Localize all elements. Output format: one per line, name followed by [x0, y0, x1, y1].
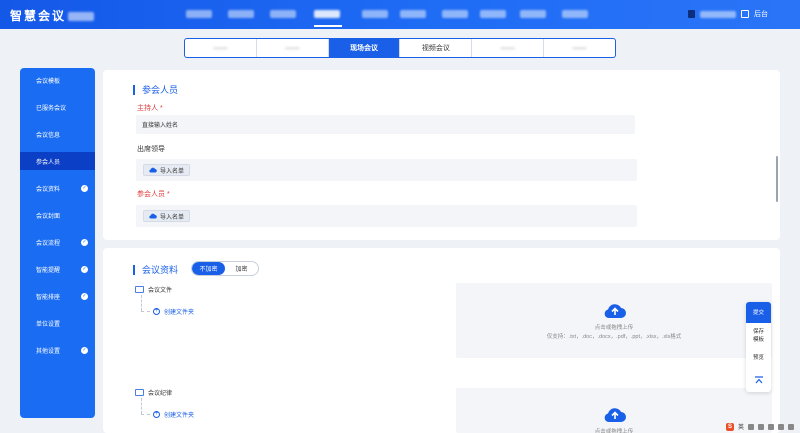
sidebar-item-template[interactable]: 会议模板 [20, 71, 95, 89]
host-input[interactable]: 直接输入姓名 [136, 115, 635, 134]
top-nav-item[interactable] [362, 10, 388, 18]
tab-5[interactable]: —— [472, 39, 545, 57]
folder-row[interactable]: 会议文件 [135, 285, 172, 294]
top-nav-active-indicator [314, 25, 342, 27]
sidebar-item-info[interactable]: 会议信息 [20, 125, 95, 143]
plus-icon: + [153, 411, 160, 418]
admin-link[interactable]: 后台 [754, 9, 768, 19]
sidebar-item-other[interactable]: 其他设置 ✓ [20, 341, 95, 359]
tray-icon[interactable] [758, 423, 765, 430]
leaders-import-button[interactable]: 导入名单 [143, 164, 191, 176]
attendees-title: 参会人员 [133, 83, 178, 96]
preview-button[interactable]: 预览 [746, 349, 771, 367]
folder-icon [135, 389, 144, 396]
plus-icon: + [153, 308, 160, 315]
tree-line [141, 414, 150, 415]
materials-title: 会议资料 [133, 263, 178, 276]
upload-area[interactable]: 点击或拖拽上传 仅支持：.txt，.doc，.docx，.pdf，.ppt，.x… [456, 283, 772, 358]
user-name [700, 10, 736, 18]
system-tray: S 英 [726, 422, 795, 431]
top-nav-item[interactable] [562, 10, 588, 18]
folder-icon [135, 286, 144, 293]
leaders-import-area: 导入名单 [136, 159, 637, 181]
top-nav-item[interactable] [442, 10, 468, 18]
toggle-encrypt[interactable]: 加密 [225, 262, 258, 275]
upload-area[interactable]: 点击或拖拽上传 [456, 388, 772, 433]
upload-formats: 仅支持：.txt，.doc，.docx，.pdf，.ppt，.xlsx，.xls… [546, 334, 682, 340]
tree-line [141, 398, 142, 414]
sidebar-item-units[interactable]: 单位设置 [20, 314, 95, 332]
participants-import-button[interactable]: 导入名单 [143, 210, 191, 222]
sidebar-item-attendees[interactable]: 参会人员 [20, 152, 95, 170]
sidebar-item-served[interactable]: 已服务会议 [20, 98, 95, 116]
float-action-panel: 提交 保存模板 预览 [746, 302, 771, 392]
encryption-toggle[interactable]: 不加密 加密 [191, 261, 259, 276]
user-icon [688, 10, 695, 18]
tab-video-meeting[interactable]: 视频会议 [400, 39, 473, 57]
check-icon: ✓ [81, 292, 88, 300]
sidebar-item-agenda[interactable]: 会议流程 ✓ [20, 233, 95, 251]
lang-indicator[interactable]: 英 [738, 422, 744, 431]
top-nav-item[interactable] [480, 10, 506, 18]
user-area[interactable]: 后台 [688, 9, 768, 19]
materials-card: 会议资料 不加密 加密 会议文件 + 创建文件夹 点击或拖拽上传 仅支持：.tx… [103, 248, 780, 433]
upload-hint: 点击或拖拽上传 [594, 325, 634, 331]
tab-1[interactable]: —— [185, 39, 257, 57]
host-label: 主持人 * [137, 105, 163, 112]
upload-cloud-icon [149, 213, 157, 219]
leaders-label: 出席领导 [137, 146, 165, 153]
tab-2[interactable]: —— [257, 39, 329, 57]
sidebar-item-cover[interactable]: 会议封面 [20, 206, 95, 224]
upload-cloud-icon [604, 304, 626, 319]
check-icon: ✓ [81, 346, 88, 354]
sidebar-item-materials[interactable]: 会议资料 ✓ [20, 179, 95, 197]
tray-icon[interactable] [748, 423, 755, 430]
upload-hint: 点击或拖拽上传 [594, 429, 634, 433]
participants-label: 参会人员 * [137, 191, 170, 198]
back-to-top-button[interactable] [746, 369, 771, 391]
tray-icon[interactable] [778, 423, 785, 430]
meeting-type-tabs: —— —— 现场会议 视频会议 —— —— [184, 38, 616, 58]
top-nav-item[interactable] [400, 10, 426, 18]
top-nav-item[interactable] [228, 10, 254, 18]
check-icon: ✓ [81, 265, 88, 273]
create-folder-button[interactable]: + 创建文件夹 [153, 307, 194, 316]
submit-button[interactable]: 提交 [746, 302, 771, 323]
upload-cloud-icon [604, 408, 626, 423]
tab-onsite-meeting[interactable]: 现场会议 [328, 39, 401, 57]
attendees-card: 参会人员 主持人 * 直接输入姓名 出席领导 导入名单 参会人员 * 导入名单 [103, 70, 780, 240]
top-nav-item[interactable] [520, 10, 546, 18]
folder-row[interactable]: 会议纪律 [135, 388, 172, 397]
tree-line [141, 295, 142, 311]
input-method-icon[interactable]: S [726, 422, 734, 431]
scrollbar[interactable] [776, 156, 778, 202]
upload-cloud-icon [149, 167, 157, 173]
tree-line [141, 311, 150, 312]
participants-import-area: 导入名单 [136, 205, 637, 227]
sidebar-item-reminder[interactable]: 智能提醒 ✓ [20, 260, 95, 278]
top-nav-item[interactable] [270, 10, 296, 18]
sidebar-item-seating[interactable]: 智能排座 ✓ [20, 287, 95, 305]
top-bar: 智慧会议 后台 [0, 0, 800, 29]
save-template-button[interactable]: 保存模板 [746, 325, 771, 347]
top-nav-item[interactable] [186, 10, 212, 18]
admin-icon [741, 10, 749, 18]
tray-icon[interactable] [788, 423, 795, 430]
tab-6[interactable]: —— [544, 39, 615, 57]
top-nav-item-active[interactable] [314, 10, 340, 18]
check-icon: ✓ [81, 184, 88, 192]
check-icon: ✓ [81, 238, 88, 246]
brand-logo: 智慧会议 [10, 7, 95, 24]
back-to-top-icon [754, 376, 763, 384]
toggle-no-encrypt[interactable]: 不加密 [192, 262, 225, 275]
tray-icon[interactable] [768, 423, 775, 430]
sidebar: 会议模板 已服务会议 会议信息 参会人员 会议资料 ✓ 会议封面 会议流程 ✓ 智能… [20, 68, 95, 418]
create-folder-button[interactable]: + 创建文件夹 [153, 410, 194, 419]
